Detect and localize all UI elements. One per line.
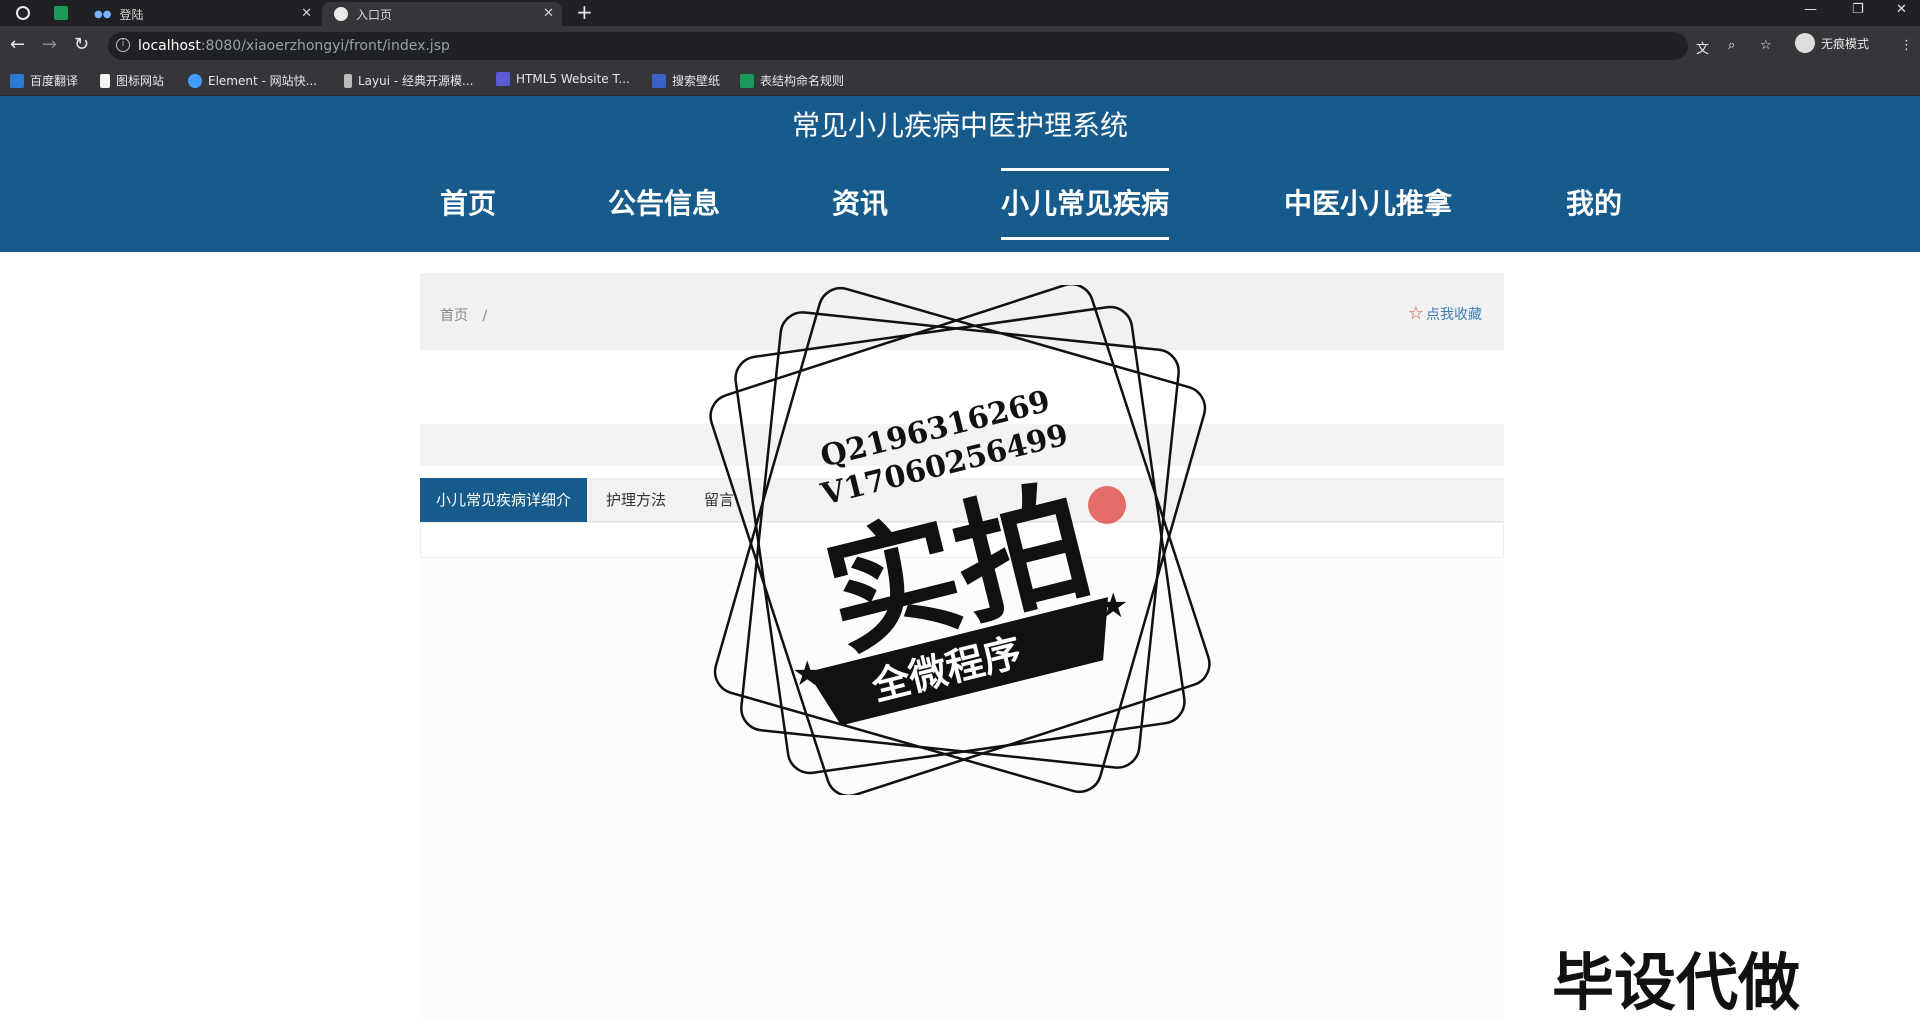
tab-favicon-icon: ●● (94, 8, 112, 20)
sheet-icon (740, 73, 754, 88)
address-bar-row: ← → ↻ i localhost:8080/xiaoerzhongyi/fro… (0, 26, 1920, 66)
site-info-icon[interactable]: i (116, 38, 130, 52)
incognito-label: 无痕模式 (1821, 36, 1870, 51)
nav-home[interactable]: 首页 (440, 182, 496, 222)
bookmark-label: HTML5 Website T... (516, 72, 630, 86)
forward-icon[interactable]: → (42, 34, 57, 55)
nav-tcm-massage[interactable]: 中医小儿推拿 (1284, 182, 1452, 222)
flag-icon (100, 73, 110, 88)
nav-mine[interactable]: 我的 (1566, 182, 1622, 222)
browser-tab-login[interactable]: ●● 登陆 ✕ (84, 2, 320, 26)
main-nav: 首页 公告信息 资讯 小儿常见疾病 中医小儿推拿 我的 (0, 168, 1920, 240)
new-tab-icon[interactable]: + (576, 0, 593, 24)
url-host: localhost (138, 38, 201, 54)
browser-tab-entry[interactable]: 入口页 ✕ (322, 2, 562, 26)
bookmark-item[interactable]: HTML5 Website T... (496, 72, 630, 86)
bookmarks-bar: 百度翻译 图标网站 Element - 网站快... Layui - 经典开源模… (0, 66, 1920, 96)
close-window-icon[interactable]: ✕ (1896, 2, 1907, 17)
menu-icon[interactable]: ⋮ (1900, 38, 1913, 53)
tab-title: 登陆 (119, 7, 144, 22)
star-icon: ★ (792, 654, 822, 694)
site-title: 常见小儿疾病中医护理系统 (791, 109, 1128, 142)
watermark-text: 毕设代做 (1552, 946, 1801, 1019)
zoom-icon[interactable]: ⌕ (1728, 38, 1735, 53)
incognito-icon (1795, 33, 1815, 53)
bookmark-icon (10, 73, 24, 88)
bookmark-label: 百度翻译 (30, 74, 79, 88)
bookmark-item[interactable]: Layui - 经典开源模... (344, 72, 473, 89)
url-input[interactable]: i localhost:8080/xiaoerzhongyi/front/ind… (108, 32, 1688, 60)
incognito-indicator[interactable]: 无痕模式 (1795, 33, 1869, 53)
breadcrumb-trail: 首页 / (440, 305, 487, 325)
bookmark-label: Layui - 经典开源模... (358, 74, 474, 88)
browser-tab-bar: ●● 登陆 ✕ 入口页 ✕ + — ❐ ✕ (0, 0, 1920, 26)
bookmark-label: 搜索壁纸 (672, 74, 721, 88)
element-icon (188, 73, 202, 88)
nav-announcements[interactable]: 公告信息 (608, 182, 720, 222)
bookmark-label: 表结构命名规则 (760, 74, 845, 88)
url-path: :8080/xiaoerzhongyi/front/index.jsp (200, 38, 450, 54)
star-icon: ★ (1098, 586, 1128, 626)
wallpaper-icon (652, 73, 666, 88)
favorite-button[interactable]: ☆ 点我收藏 (1408, 303, 1482, 324)
bookmark-star-icon[interactable]: ☆ (1760, 38, 1772, 53)
bookmark-item[interactable]: 百度翻译 (10, 72, 78, 89)
bookmark-item[interactable]: Element - 网站快... (188, 72, 317, 89)
stamp-overlay: Q2196316269 V17060256499 实拍 全微程序 ★ ★ (709, 285, 1211, 795)
translate-icon[interactable]: 文 (1696, 38, 1709, 57)
pinned-tab-icon[interactable] (54, 6, 68, 20)
reload-icon[interactable]: ↻ (74, 34, 89, 55)
browser-globe-icon (16, 6, 30, 20)
bookmark-item[interactable]: 表结构命名规则 (740, 72, 844, 89)
minimize-icon[interactable]: — (1804, 2, 1817, 17)
site-header: 常见小儿疾病中医护理系统 首页 公告信息 资讯 小儿常见疾病 中医小儿推拿 我的 (0, 96, 1920, 252)
tab-globe-icon (334, 7, 348, 21)
star-icon: ☆ (1407, 303, 1424, 324)
bookmark-item[interactable]: 搜索壁纸 (652, 72, 720, 89)
close-tab-icon[interactable]: ✕ (301, 6, 312, 21)
nav-news[interactable]: 资讯 (832, 182, 888, 222)
nav-common-diseases[interactable]: 小儿常见疾病 (1001, 168, 1170, 240)
back-icon[interactable]: ← (10, 34, 25, 55)
layui-icon (344, 73, 352, 88)
favorite-label: 点我收藏 (1426, 306, 1482, 323)
bookmark-label: Element - 网站快... (208, 74, 318, 88)
bookmark-item[interactable]: 图标网站 (100, 72, 164, 89)
tab-nursing-method[interactable]: 护理方法 (590, 478, 682, 522)
breadcrumb-separator: / (482, 308, 488, 324)
tab-title: 入口页 (356, 7, 393, 22)
bookmark-label: 图标网站 (116, 74, 165, 88)
close-tab-icon[interactable]: ✕ (543, 6, 554, 21)
html5-icon (496, 72, 510, 86)
breadcrumb-home[interactable]: 首页 (440, 308, 468, 324)
restore-icon[interactable]: ❐ (1852, 2, 1864, 17)
tab-disease-detail[interactable]: 小儿常见疾病详细介 (420, 478, 588, 522)
